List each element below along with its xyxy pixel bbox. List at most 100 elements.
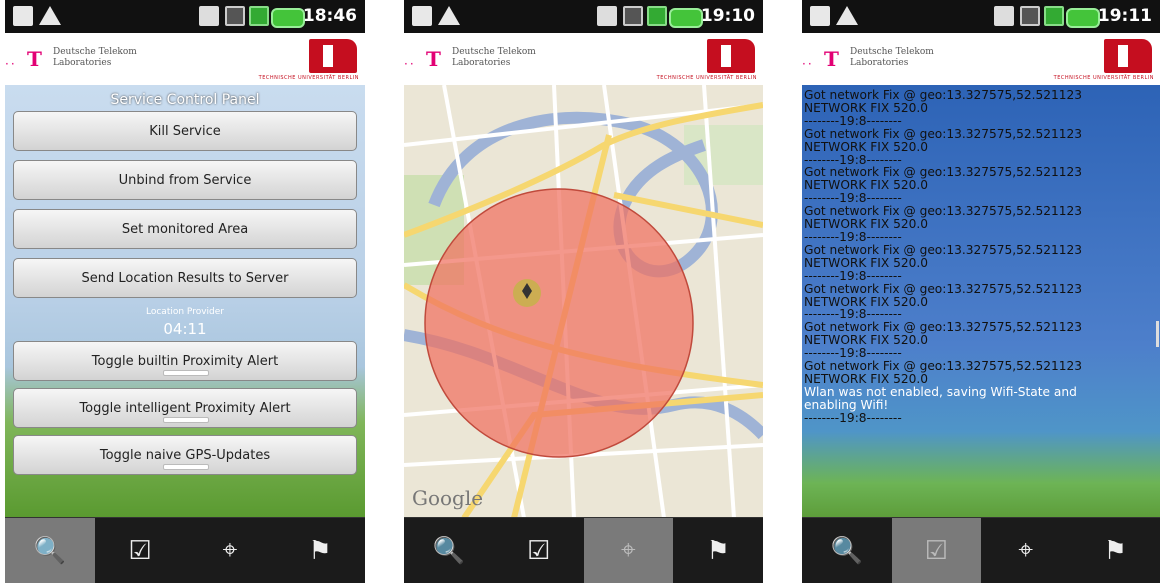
log-line: --------19:8--------	[804, 113, 902, 128]
search-tool-icon: 🔍	[830, 535, 863, 566]
phone-screen-log: 19:11 ·· T Deutsche Telekom Laboratories…	[802, 0, 1160, 583]
tu-berlin-logo-icon	[707, 39, 755, 73]
log-line: Got network Fix @ geo:13.327575,52.52112…	[804, 165, 1083, 180]
tab-checklist[interactable]: ☑	[494, 518, 584, 583]
search-tool-icon: 🔍	[432, 535, 466, 566]
telekom-logo-icon: T	[27, 47, 42, 71]
telekom-name: Deutsche Telekom Laboratories	[452, 47, 536, 68]
status-bar: 19:10	[404, 0, 763, 33]
tab-checklist[interactable]: ☑	[95, 518, 185, 583]
toggle-indicator	[163, 417, 209, 423]
search-tool-icon: 🔍	[33, 535, 67, 566]
tab-person[interactable]: ⚑	[673, 518, 763, 583]
crosshair-icon: ⌖	[1018, 535, 1034, 565]
app-header: ·· T Deutsche Telekom Laboratories TECHN…	[404, 33, 763, 85]
tab-search[interactable]: 🔍	[404, 518, 494, 583]
log-line: --------19:8--------	[804, 229, 902, 244]
send-location-results-button[interactable]: Send Location Results to Server	[13, 258, 357, 298]
checklist-icon: ☑	[924, 535, 948, 566]
telekom-logo-icon: T	[426, 47, 441, 71]
crosshair-icon: ⌖	[222, 535, 238, 565]
tab-search[interactable]: 🔍	[802, 518, 892, 583]
phone-screen-map: 19:10 ·· T Deutsche Telekom Laboratories…	[404, 0, 763, 583]
kill-service-button[interactable]: Kill Service	[13, 111, 357, 151]
warning-icon	[39, 6, 61, 25]
toggle-indicator	[163, 370, 209, 376]
signal-icon	[249, 6, 269, 26]
log-lines: Got network Fix @ geo:13.327575,52.52112…	[804, 88, 1082, 386]
telekom-name: Deutsche Telekom Laboratories	[53, 47, 137, 68]
toggle-indicator	[163, 464, 209, 470]
tab-bar: 🔍 ☑ ⌖ ⚑	[802, 517, 1160, 583]
scrollbar[interactable]	[1156, 321, 1159, 347]
panel-title: Service Control Panel	[110, 92, 260, 108]
log-line: Got network Fix @ geo:13.327575,52.52112…	[804, 88, 1083, 102]
log-line: Got network Fix @ geo:13.327575,52.52112…	[804, 126, 1083, 141]
person-flag-icon: ⚑	[1103, 535, 1127, 566]
status-bar: 19:11	[802, 0, 1160, 33]
telekom-name: Deutsche Telekom Laboratories	[850, 47, 934, 68]
person-flag-icon: ⚑	[706, 535, 730, 566]
tu-subtitle: TECHNISCHE UNIVERSITÄT BERLIN	[1053, 75, 1154, 81]
log-line: NETWORK FIX 520.0	[804, 178, 928, 193]
tab-bar: 🔍 ☑ ⌖ ⚑	[404, 517, 763, 583]
toggle-naive-gps-button[interactable]: Toggle naive GPS-Updates	[13, 435, 357, 475]
person-flag-icon: ⚑	[308, 535, 332, 566]
log-line: Got network Fix @ geo:13.327575,52.52112…	[804, 281, 1083, 296]
location-provider-label: Location Provider	[146, 307, 224, 317]
toggle-naive-gps-label: Toggle naive GPS-Updates	[99, 447, 271, 463]
status-bar: 18:46	[5, 0, 365, 33]
vibrate-icon	[597, 6, 617, 26]
log-line: NETWORK FIX 520.0	[804, 255, 928, 270]
log-line: Got network Fix @ geo:13.327575,52.52112…	[804, 359, 1083, 374]
log-line: --------19:8--------	[804, 307, 902, 322]
vibrate-icon	[994, 6, 1014, 26]
log-line: NETWORK FIX 520.0	[804, 371, 928, 386]
clock: 18:46	[302, 6, 357, 26]
log-line: NETWORK FIX 520.0	[804, 100, 928, 115]
map-attribution: Google	[412, 486, 484, 510]
toggle-builtin-proximity-label: Toggle builtin Proximity Alert	[91, 353, 279, 369]
tu-subtitle: TECHNISCHE UNIVERSITÄT BERLIN	[656, 75, 757, 81]
telekom-dots: ··	[404, 57, 416, 71]
battery-icon	[271, 8, 305, 28]
crosshair-icon: ⌖	[621, 535, 636, 565]
telekom-logo-icon: T	[824, 47, 839, 71]
log-line: --------19:8--------	[804, 191, 902, 206]
notification-icon	[13, 6, 33, 26]
notification-icon	[412, 6, 432, 26]
network-3g-icon	[1020, 6, 1040, 26]
log-view[interactable]: Got network Fix @ geo:13.327575,52.52112…	[802, 85, 1160, 518]
tab-location[interactable]: ⌖	[583, 518, 674, 583]
clock: 19:11	[1097, 6, 1152, 26]
battery-icon	[669, 8, 703, 28]
map-canvas	[404, 85, 763, 518]
tab-person[interactable]: ⚑	[1071, 518, 1160, 583]
network-3g-icon	[225, 6, 245, 26]
checklist-icon: ☑	[128, 535, 152, 566]
log-line: NETWORK FIX 520.0	[804, 139, 928, 154]
log-line: NETWORK FIX 520.0	[804, 294, 928, 309]
tu-subtitle: TECHNISCHE UNIVERSITÄT BERLIN	[258, 75, 359, 81]
log-line: NETWORK FIX 520.0	[804, 217, 928, 232]
telekom-dots: ··	[5, 57, 17, 71]
map-view[interactable]: Google	[404, 85, 763, 518]
log-line: Got network Fix @ geo:13.327575,52.52112…	[804, 204, 1083, 219]
tab-person[interactable]: ⚑	[275, 518, 365, 583]
toggle-builtin-proximity-button[interactable]: Toggle builtin Proximity Alert	[13, 341, 357, 381]
tu-berlin-logo-icon	[1104, 39, 1152, 73]
tab-location[interactable]: ⌖	[981, 518, 1071, 583]
set-monitored-area-button[interactable]: Set monitored Area	[13, 209, 357, 249]
tab-location[interactable]: ⌖	[185, 518, 275, 583]
tab-checklist[interactable]: ☑	[891, 518, 981, 583]
log-line: --------19:8--------	[804, 152, 902, 167]
signal-icon	[1044, 6, 1064, 26]
monitored-area-circle	[424, 188, 694, 458]
toggle-intelligent-proximity-button[interactable]: Toggle intelligent Proximity Alert	[13, 388, 357, 428]
warning-icon	[836, 6, 858, 25]
log-line: --------19:8--------	[804, 268, 902, 283]
log-last-line: --------19:8--------	[804, 410, 902, 425]
unbind-service-button[interactable]: Unbind from Service	[13, 160, 357, 200]
tab-search[interactable]: 🔍	[5, 518, 95, 583]
tab-bar: 🔍 ☑ ⌖ ⚑	[5, 517, 365, 583]
